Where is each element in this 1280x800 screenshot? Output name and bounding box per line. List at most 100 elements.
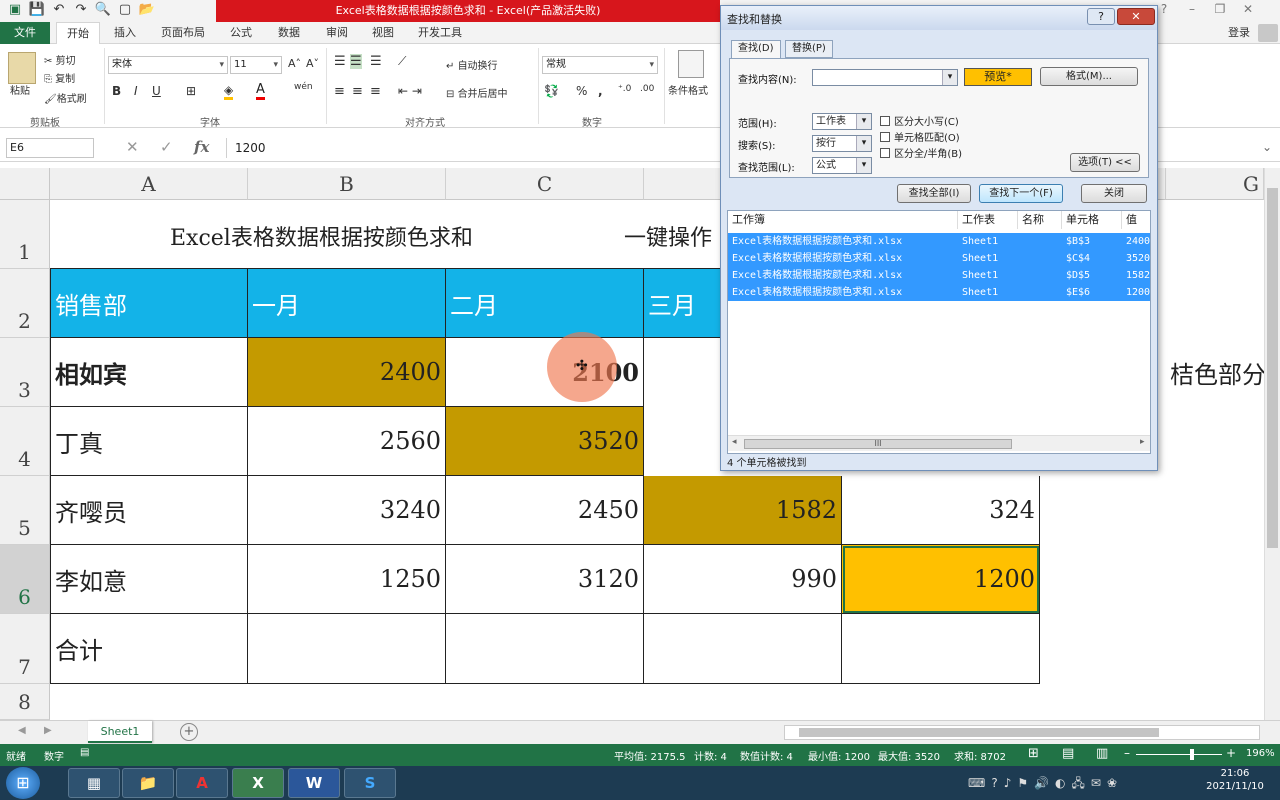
match-cell-checkbox[interactable]: 单元格匹配(O): [880, 129, 960, 144]
number-format-combo[interactable]: 常规: [542, 56, 658, 74]
tab-developer[interactable]: 开发工具: [410, 22, 470, 44]
align-top-icon[interactable]: ☰: [334, 54, 346, 69]
cell-d6[interactable]: 990: [644, 545, 842, 614]
indent-icon[interactable]: ⇤ ⇥: [398, 84, 422, 98]
macro-record-icon[interactable]: ▤: [80, 747, 89, 758]
border-icon[interactable]: ⊞: [186, 84, 196, 98]
zoom-slider[interactable]: [1136, 749, 1222, 760]
cell-c4[interactable]: 3520: [446, 407, 644, 476]
paste-button[interactable]: 粘贴: [10, 82, 30, 97]
undo-icon[interactable]: ↶: [48, 2, 70, 17]
fill-color-icon[interactable]: ◈: [224, 83, 234, 100]
taskbar-app-icon[interactable]: ▦: [68, 768, 120, 798]
horizontal-scroll-thumb[interactable]: [799, 728, 1159, 737]
row-header-1[interactable]: 1: [0, 200, 50, 269]
cut-button[interactable]: ✂ 剪切: [44, 52, 76, 67]
col-header-value[interactable]: 值: [1122, 211, 1150, 229]
cell-d5[interactable]: 1582: [644, 476, 842, 545]
search-combo[interactable]: 按行: [812, 135, 872, 152]
match-width-checkbox[interactable]: 区分全/半角(B): [880, 145, 962, 160]
horizontal-scrollbar[interactable]: [784, 725, 1260, 740]
sogou-taskbar-icon[interactable]: S: [344, 768, 396, 798]
result-row[interactable]: Excel表格数据根据按颜色求和.xlsx Sheet1 $C$4 3520: [728, 250, 1150, 267]
increase-decimal-icon[interactable]: ⁺.0: [618, 84, 631, 94]
word-taskbar-icon[interactable]: W: [288, 768, 340, 798]
results-scroll-thumb[interactable]: III: [744, 439, 1012, 449]
conditional-format-button[interactable]: 条件格式: [668, 82, 708, 97]
cell-a7[interactable]: 合计: [50, 614, 248, 684]
align-middle-icon[interactable]: ☰: [350, 54, 362, 69]
tab-file[interactable]: 文件: [0, 22, 50, 44]
find-all-button[interactable]: 查找全部(I): [897, 184, 971, 203]
close-dialog-button[interactable]: 关闭: [1081, 184, 1147, 203]
page-layout-view-icon[interactable]: ▤: [1062, 746, 1074, 761]
dialog-help-button[interactable]: ?: [1087, 8, 1115, 25]
function-icon[interactable]: fx: [194, 138, 209, 156]
dialog-close-button[interactable]: ✕: [1117, 8, 1155, 25]
results-list[interactable]: 工作簿 工作表 名称 单元格 值 Excel表格数据根据按颜色求和.xlsx S…: [727, 210, 1151, 454]
enter-icon[interactable]: ✓: [160, 138, 173, 156]
add-sheet-button[interactable]: +: [180, 723, 198, 741]
file-explorer-icon[interactable]: 📁: [122, 768, 174, 798]
col-header-cell[interactable]: 单元格: [1062, 211, 1122, 229]
decrease-decimal-icon[interactable]: .00: [640, 84, 654, 94]
grow-font-button[interactable]: A˄: [288, 57, 301, 70]
page-break-view-icon[interactable]: ▥: [1096, 746, 1108, 761]
cell-b2[interactable]: 一月: [248, 269, 446, 338]
underline-button[interactable]: U: [152, 84, 161, 98]
cell-c5[interactable]: 2450: [446, 476, 644, 545]
column-header-b[interactable]: B: [248, 168, 446, 200]
copy-button[interactable]: ⎘ 复制: [44, 70, 75, 85]
redo-icon[interactable]: ↷: [70, 2, 92, 17]
format-button[interactable]: 格式(M)...: [1040, 67, 1138, 86]
font-name-combo[interactable]: 宋体: [108, 56, 228, 74]
zoom-in-icon[interactable]: +: [1226, 746, 1236, 760]
normal-view-icon[interactable]: ⊞: [1028, 746, 1039, 761]
autocad-icon[interactable]: A: [176, 768, 228, 798]
cell-d7[interactable]: [644, 614, 842, 684]
cell-a2[interactable]: 销售部: [50, 269, 248, 338]
cell-a5[interactable]: 齐嘤员: [50, 476, 248, 545]
minimize-button[interactable]: –: [1178, 2, 1206, 16]
cell-b5[interactable]: 3240: [248, 476, 446, 545]
clock[interactable]: 21:06 2021/11/10: [1200, 768, 1270, 792]
cell-a4[interactable]: 丁真: [50, 407, 248, 476]
bold-button[interactable]: B: [112, 84, 121, 98]
match-case-checkbox[interactable]: 区分大小写(C): [880, 113, 959, 128]
zoom-out-icon[interactable]: –: [1124, 746, 1130, 760]
cell-b4[interactable]: 2560: [248, 407, 446, 476]
next-sheet-icon[interactable]: ▶: [44, 725, 52, 736]
sheet-tab-sheet1[interactable]: Sheet1: [88, 721, 152, 743]
row-header-2[interactable]: 2: [0, 269, 50, 338]
col-header-workbook[interactable]: 工作簿: [728, 211, 958, 229]
cell-e7[interactable]: [842, 614, 1040, 684]
align-right-icon[interactable]: ≡: [370, 84, 381, 99]
orientation-icon[interactable]: ⟋: [398, 54, 406, 69]
prev-sheet-icon[interactable]: ◀: [18, 725, 26, 736]
font-color-icon[interactable]: A: [256, 82, 265, 100]
zoom-level[interactable]: 196%: [1246, 748, 1275, 759]
cell-a3[interactable]: 相如宾: [50, 338, 248, 407]
name-box[interactable]: E6: [6, 138, 94, 158]
row-header-4[interactable]: 4: [0, 407, 50, 476]
cell-e6[interactable]: 1200: [842, 545, 1040, 614]
tab-view[interactable]: 视图: [362, 22, 404, 44]
row-header-3[interactable]: 3: [0, 338, 50, 407]
print-preview-icon[interactable]: 🔍: [92, 2, 114, 17]
find-next-button[interactable]: 查找下一个(F): [979, 184, 1063, 203]
excel-taskbar-icon[interactable]: X: [232, 768, 284, 798]
row-header-6[interactable]: 6: [0, 545, 50, 614]
look-in-combo[interactable]: 公式: [812, 157, 872, 174]
start-button-icon[interactable]: ⊞: [6, 767, 40, 799]
merge-center-button[interactable]: ⊟ 合并后居中: [446, 85, 508, 100]
cell-e5[interactable]: 324: [842, 476, 1040, 545]
tab-data[interactable]: 数据: [268, 22, 310, 44]
wrap-text-button[interactable]: ↵ 自动换行: [446, 57, 498, 72]
result-row[interactable]: Excel表格数据根据按颜色求和.xlsx Sheet1 $B$3 2400: [728, 233, 1150, 250]
row-header-7[interactable]: 7: [0, 614, 50, 684]
formula-input[interactable]: 1200: [226, 138, 716, 158]
col-header-sheet[interactable]: 工作表: [958, 211, 1018, 229]
within-combo[interactable]: 工作表: [812, 113, 872, 130]
align-left-icon[interactable]: ≡: [334, 84, 345, 99]
login-link[interactable]: 登录: [1222, 22, 1256, 44]
